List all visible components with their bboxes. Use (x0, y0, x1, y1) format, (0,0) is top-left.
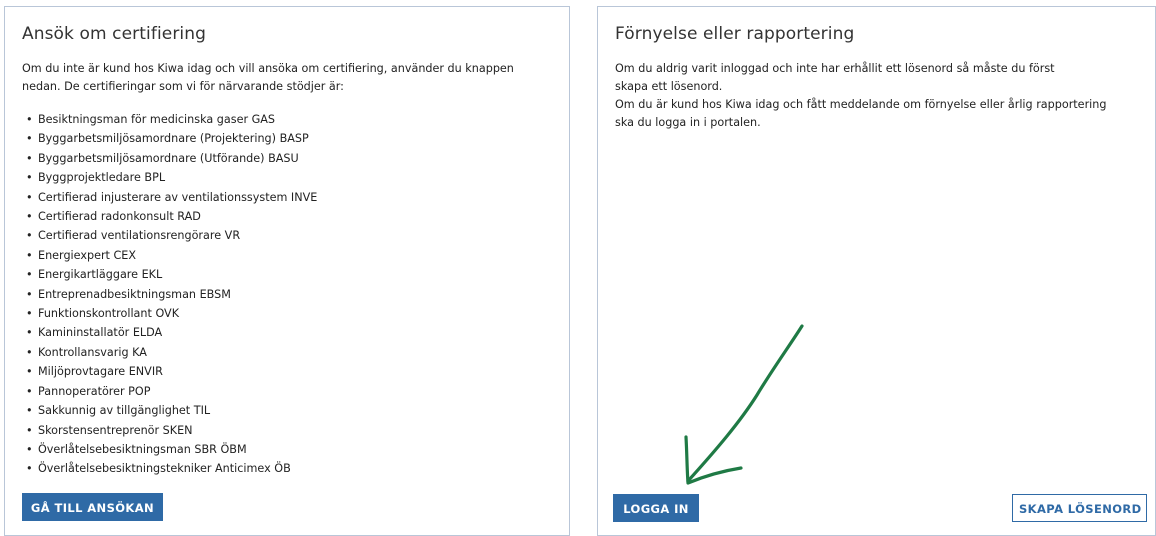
apply-panel-intro: Om du inte är kund hos Kiwa idag och vil… (22, 60, 562, 96)
renewal-panel-intro: Om du aldrig varit inloggad och inte har… (615, 60, 1147, 132)
certification-list-item: • Energiexpert CEX (22, 246, 317, 265)
certification-label: Kontrollansvarig KA (38, 345, 147, 359)
renewal-intro-line-3: Om du är kund hos Kiwa idag och fått med… (615, 98, 1107, 111)
certification-list-item: • Funktionskontrollant OVK (22, 304, 317, 323)
bullet-icon: • (26, 210, 33, 224)
bullet-icon: • (26, 345, 33, 359)
bullet-icon: • (26, 423, 33, 437)
certification-label: Entreprenadbesiktningsman EBSM (38, 287, 231, 301)
certification-label: Byggarbetsmiljösamordnare (Projektering)… (38, 132, 309, 146)
certification-label: Certifierad radonkonsult RAD (38, 210, 201, 224)
certification-list-item: • Kontrollansvarig KA (22, 343, 317, 362)
certification-label: Skorstensentreprenör SKEN (38, 423, 193, 437)
renewal-panel-title: Förnyelse eller rapportering (615, 24, 855, 44)
apply-intro-line-2: nedan. De certifieringar som vi för närv… (22, 80, 344, 93)
certification-list-item: • Överlåtelsebesiktningstekniker Anticime… (22, 459, 317, 478)
renewal-intro-line-4: ska du logga in i portalen. (615, 116, 761, 129)
certification-list-item: • Sakkunnig av tillgänglighet TIL (22, 401, 317, 420)
certification-list-item: • Miljöprovtagare ENVIR (22, 362, 317, 381)
apply-panel-title: Ansök om certifiering (22, 24, 207, 44)
bullet-icon: • (26, 287, 33, 301)
certification-label: Besiktningsman för medicinska gaser GAS (38, 113, 276, 126)
certification-list-item: • Byggarbetsmiljösamordnare (Utförande) B… (22, 149, 317, 168)
certification-list-item: • Entreprenadbesiktningsman EBSM (22, 285, 317, 304)
renewal-reporting-panel: Förnyelse eller rapportering Om du aldri… (597, 6, 1156, 536)
certification-list-item: • Byggprojektledare BPL (22, 168, 317, 187)
certification-label: Funktionskontrollant OVK (38, 307, 180, 321)
certification-list-item: • Byggarbetsmiljösamordnare (Projektering… (22, 129, 317, 148)
bullet-icon: • (26, 462, 33, 476)
certification-list-item: • Pannoperatörer POP (22, 382, 317, 401)
certification-label: Överlåtelsebesiktningstekniker Anticimex… (38, 462, 291, 476)
create-password-button[interactable]: SKAPA LÖSENORD (1012, 494, 1147, 522)
bullet-icon: • (26, 132, 33, 146)
certification-label: Energiexpert CEX (38, 248, 137, 262)
certification-list-item: • Certifierad radonkonsult RAD (22, 207, 317, 226)
certification-label: Överlåtelsebesiktningsman SBR ÖBM (38, 442, 247, 456)
certification-label: Byggarbetsmiljösamordnare (Utförande) BA… (38, 151, 299, 165)
apply-intro-line-1: Om du inte är kund hos Kiwa idag och vil… (22, 62, 514, 75)
certification-list-item: • Certifierad ventilationsrengörare VR (22, 226, 317, 245)
bullet-icon: • (26, 307, 33, 321)
certification-label: Pannoperatörer POP (38, 384, 151, 398)
renewal-intro-line-1: Om du aldrig varit inloggad och inte har… (615, 62, 1055, 75)
renewal-intro-line-2: skapa ett lösenord. (615, 80, 723, 93)
certification-label: Kamininstallatör ELDA (38, 326, 163, 340)
bullet-icon: • (26, 326, 33, 340)
bullet-icon: • (26, 384, 33, 398)
certification-label: Byggprojektledare BPL (38, 171, 166, 185)
certification-label: Miljöprovtagare ENVIR (38, 365, 163, 379)
go-to-application-button[interactable]: GÅ TILL ANSÖKAN (22, 493, 163, 521)
certification-label: Certifierad injusterare av ventilationss… (38, 190, 318, 204)
bullet-icon: • (26, 442, 33, 456)
bullet-icon: • (26, 248, 33, 262)
bullet-icon: • (26, 190, 33, 204)
certification-list-item: • Certifierad injusterare av ventilations… (22, 188, 317, 207)
bullet-icon: • (26, 365, 33, 379)
certification-label: Sakkunnig av tillgänglighet TIL (38, 404, 211, 418)
certification-list-item: • Kamininstallatör ELDA (22, 323, 317, 342)
bullet-icon: • (26, 229, 33, 243)
certification-list: • Besiktningsman för medicinska gaser GAS… (22, 110, 317, 479)
bullet-icon: • (26, 404, 33, 418)
certification-list-item: • Skorstensentreprenör SKEN (22, 421, 317, 440)
certification-list-item: • Besiktningsman för medicinska gaser GAS (22, 110, 317, 129)
login-button[interactable]: LOGGA IN (613, 494, 699, 522)
certification-label: Certifierad ventilationsrengörare VR (38, 229, 241, 243)
bullet-icon: • (26, 268, 33, 282)
apply-certification-panel: Ansök om certifiering Om du inte är kund… (4, 6, 570, 536)
certification-label: Energikartläggare EKL (38, 268, 163, 282)
certification-list-item: • Överlåtelsebesiktningsman SBR ÖBM (22, 440, 317, 459)
certification-list-item: • Energikartläggare EKL (22, 265, 317, 284)
bullet-icon: • (26, 151, 33, 165)
bullet-icon: • (26, 171, 33, 185)
bullet-icon: • (26, 113, 33, 126)
